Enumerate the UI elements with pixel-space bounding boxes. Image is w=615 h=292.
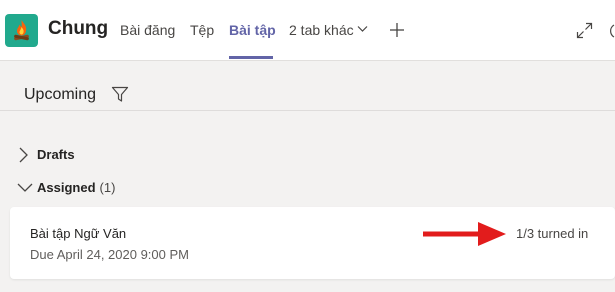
chevron-right-icon — [19, 147, 28, 163]
section-count: (1) — [99, 180, 116, 195]
add-tab-icon[interactable] — [388, 21, 406, 39]
channel-header: Chung Bài đăng Tệp Bài tập 2 tab khác — [0, 0, 615, 61]
assignment-title: Bài tập Ngữ Văn — [30, 226, 127, 241]
section-assigned[interactable]: Assigned (1) — [0, 175, 615, 201]
tab-assignments[interactable]: Bài tập — [229, 22, 276, 38]
turned-in-status: 1/3 turned in — [516, 226, 589, 241]
chevron-down-icon[interactable] — [357, 25, 368, 33]
section-label: Drafts — [37, 147, 75, 162]
assignment-card[interactable]: Bài tập Ngữ Văn Due April 24, 2020 9:00 … — [10, 207, 615, 279]
channel-name: Chung — [48, 18, 109, 39]
view-selector[interactable]: Upcoming — [24, 86, 96, 104]
campfire-icon — [14, 20, 29, 41]
active-tab-indicator — [229, 56, 273, 59]
tab-files[interactable]: Tệp — [190, 22, 214, 38]
team-logo[interactable] — [5, 14, 38, 47]
filter-icon[interactable] — [111, 86, 129, 103]
tab-more-tabs[interactable]: 2 tab khác — [289, 22, 354, 38]
annotation-arrow-icon — [423, 222, 506, 246]
refresh-icon[interactable] — [605, 22, 615, 39]
section-drafts[interactable]: Drafts — [0, 142, 615, 168]
chevron-down-icon — [17, 183, 33, 192]
section-title: Assigned — [37, 180, 96, 195]
assignment-due-date: Due April 24, 2020 9:00 PM — [30, 247, 189, 262]
expand-icon[interactable] — [576, 22, 593, 39]
section-title: Drafts — [37, 147, 75, 162]
tab-posts[interactable]: Bài đăng — [120, 22, 175, 38]
assignments-toolbar: Upcoming — [0, 61, 615, 111]
section-label: Assigned (1) — [37, 180, 115, 195]
